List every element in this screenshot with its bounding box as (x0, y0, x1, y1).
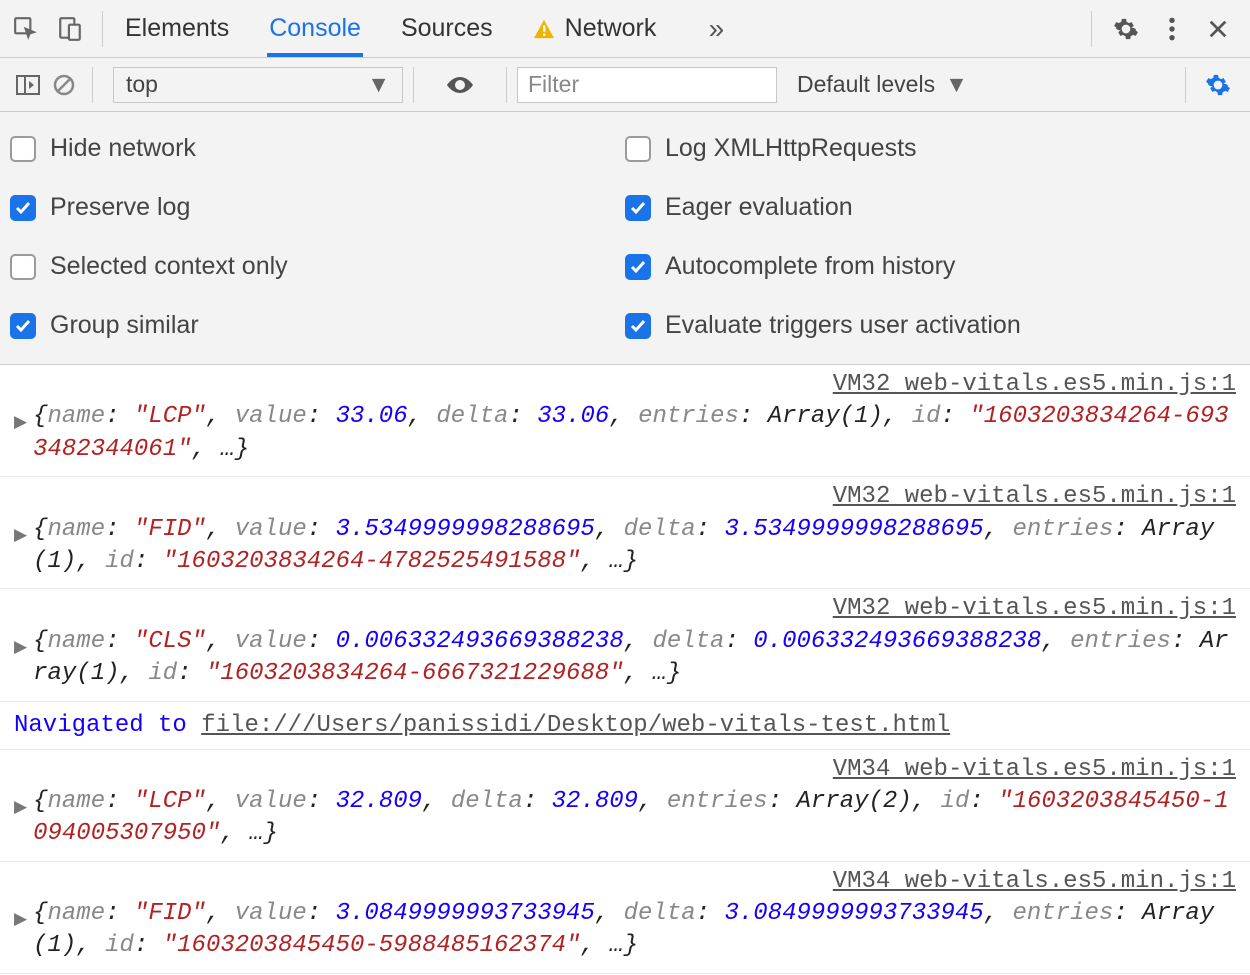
device-toolbar-icon[interactable] (48, 7, 92, 51)
tab-network-label: Network (565, 14, 657, 43)
more-tabs-icon[interactable]: » (694, 7, 738, 51)
console-toolbar: top ▼ Default levels ▼ (0, 58, 1250, 112)
expand-icon[interactable]: ▶ (14, 638, 27, 661)
separator (1091, 11, 1092, 47)
console-entry[interactable]: VM32 web-vitals.es5.min.js:1 ▶ {name: "L… (0, 365, 1250, 477)
setting-label: Hide network (50, 134, 196, 163)
setting-label: Group similar (50, 311, 199, 340)
expand-icon[interactable]: ▶ (14, 413, 27, 436)
navigation-prefix: Navigated to (14, 712, 201, 739)
devtools-tab-bar: Elements Console Sources Network » (0, 0, 1250, 58)
tab-console[interactable]: Console (267, 0, 363, 57)
console-settings-icon[interactable] (1196, 63, 1240, 107)
checkbox-icon (10, 136, 36, 162)
setting-hide-network[interactable]: Hide network (10, 134, 625, 163)
warning-icon (533, 19, 555, 39)
object-preview: {name: "CLS", value: 0.00633249366938823… (33, 626, 1236, 691)
live-expression-icon[interactable] (438, 63, 482, 107)
tab-sources[interactable]: Sources (399, 0, 495, 57)
setting-label: Log XMLHttpRequests (665, 134, 917, 163)
kebab-menu-icon[interactable] (1150, 7, 1194, 51)
setting-log-xhr[interactable]: Log XMLHttpRequests (625, 134, 1240, 163)
navigation-entry: Navigated to file:///Users/panissidi/Des… (0, 702, 1250, 750)
object-preview: {name: "FID", value: 3.0849999993733945,… (33, 898, 1236, 963)
console-entry[interactable]: VM34 web-vitals.es5.min.js:1 ▶ {name: "L… (0, 750, 1250, 862)
separator (92, 67, 93, 103)
separator (413, 67, 414, 103)
clear-console-icon[interactable] (46, 63, 82, 107)
checkbox-icon (625, 195, 651, 221)
context-selector[interactable]: top ▼ (113, 67, 403, 103)
log-levels-selector[interactable]: Default levels ▼ (797, 71, 968, 98)
object-preview: {name: "FID", value: 3.5349999998288695,… (33, 514, 1236, 579)
setting-label: Selected context only (50, 252, 288, 281)
context-value: top (126, 71, 158, 98)
console-entry[interactable]: VM32 web-vitals.es5.min.js:1 ▶ {name: "C… (0, 589, 1250, 701)
setting-group-similar[interactable]: Group similar (10, 311, 625, 340)
tab-elements[interactable]: Elements (123, 0, 231, 57)
checkbox-icon (625, 254, 651, 280)
object-preview: {name: "LCP", value: 32.809, delta: 32.8… (33, 786, 1236, 851)
source-link[interactable]: VM32 web-vitals.es5.min.js:1 (833, 369, 1236, 401)
expand-icon[interactable]: ▶ (14, 526, 27, 549)
separator (102, 11, 103, 47)
checkbox-icon (10, 195, 36, 221)
setting-autocomplete-history[interactable]: Autocomplete from history (625, 252, 1240, 281)
setting-eager-eval[interactable]: Eager evaluation (625, 193, 1240, 222)
object-preview: {name: "LCP", value: 33.06, delta: 33.06… (33, 401, 1236, 466)
setting-label: Eager evaluation (665, 193, 853, 222)
close-icon[interactable] (1196, 7, 1240, 51)
gear-icon[interactable] (1104, 7, 1148, 51)
tab-network[interactable]: Network (531, 0, 659, 57)
source-link[interactable]: VM32 web-vitals.es5.min.js:1 (833, 593, 1236, 625)
checkbox-icon (625, 313, 651, 339)
setting-label: Autocomplete from history (665, 252, 955, 281)
checkbox-icon (10, 313, 36, 339)
checkbox-icon (10, 254, 36, 280)
console-entry[interactable]: VM34 web-vitals.es5.min.js:1 ▶ {name: "F… (0, 862, 1250, 974)
source-link[interactable]: VM32 web-vitals.es5.min.js:1 (833, 481, 1236, 513)
console-settings-panel: Hide network Log XMLHttpRequests Preserv… (0, 112, 1250, 365)
source-link[interactable]: VM34 web-vitals.es5.min.js:1 (833, 866, 1236, 898)
expand-icon[interactable]: ▶ (14, 798, 27, 821)
chevron-down-icon: ▼ (367, 71, 390, 98)
inspect-icon[interactable] (4, 7, 48, 51)
separator (506, 67, 507, 103)
setting-label: Evaluate triggers user activation (665, 311, 1021, 340)
setting-selected-context[interactable]: Selected context only (10, 252, 625, 281)
filter-input[interactable] (517, 67, 777, 103)
toggle-sidebar-icon[interactable] (10, 63, 46, 107)
console-entry[interactable]: VM32 web-vitals.es5.min.js:1 ▶ {name: "F… (0, 477, 1250, 589)
log-levels-label: Default levels (797, 71, 935, 98)
chevron-down-icon: ▼ (945, 71, 968, 98)
checkbox-icon (625, 136, 651, 162)
navigation-url[interactable]: file:///Users/panissidi/Desktop/web-vita… (201, 712, 950, 739)
console-log-area: VM32 web-vitals.es5.min.js:1 ▶ {name: "L… (0, 365, 1250, 974)
source-link[interactable]: VM34 web-vitals.es5.min.js:1 (833, 754, 1236, 786)
setting-evaluate-user-activation[interactable]: Evaluate triggers user activation (625, 311, 1240, 340)
separator (1185, 67, 1186, 103)
setting-label: Preserve log (50, 193, 190, 222)
expand-icon[interactable]: ▶ (14, 910, 27, 933)
setting-preserve-log[interactable]: Preserve log (10, 193, 625, 222)
